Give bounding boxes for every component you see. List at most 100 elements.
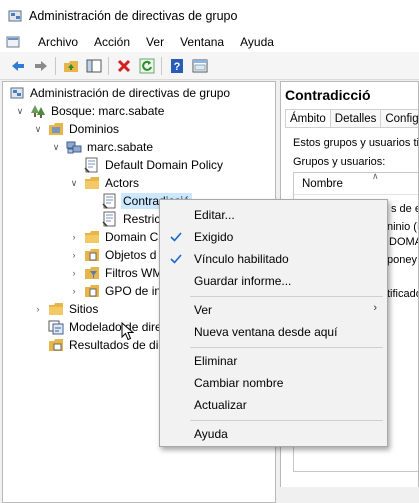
gpo-objects-folder-icon [85, 249, 99, 261]
expand-chevron-icon[interactable]: › [32, 303, 44, 315]
expand-chevron-icon[interactable]: › [68, 267, 80, 279]
collapse-chevron-icon[interactable]: ∨ [32, 123, 44, 135]
show-hide-tree-icon [86, 59, 101, 72]
list-item-fragment: s de en [391, 203, 418, 215]
starter-gpo-folder-icon [85, 285, 99, 297]
tree-domains[interactable]: ∨ Dominios [32, 120, 121, 138]
tree-root[interactable]: Administración de directivas de grupo [9, 84, 232, 102]
sort-arrow-icon: ∧ [372, 171, 379, 181]
gpmc-window: Administración de directivas de grupo Ar… [0, 0, 419, 503]
menu-item-actualizar[interactable]: Actualizar [162, 394, 385, 416]
mouse-cursor-icon [121, 322, 135, 341]
list-item-fragment: poney ( [387, 254, 418, 266]
menu-item-eliminar[interactable]: Eliminar [162, 350, 385, 372]
ou-folder-icon [85, 231, 99, 243]
domains-folder-icon [49, 123, 63, 135]
menu-ayuda[interactable]: Ayuda [232, 35, 282, 49]
tree-domain[interactable]: ∨ marc.sabate [50, 138, 155, 156]
tree-modeling[interactable]: Modelado de dire [48, 318, 164, 336]
tree-wmi-filters[interactable]: › Filtros WM [68, 264, 164, 282]
collapse-chevron-icon[interactable]: ∨ [14, 105, 26, 117]
tree-forest[interactable]: ∨ Bosque: marc.sabate [14, 102, 166, 120]
checkmark-icon [170, 254, 182, 264]
gpo-link-icon [84, 157, 98, 173]
tab-configuracion[interactable]: Configu [380, 109, 418, 128]
menu-item-guardar-informe[interactable]: Guardar informe... [162, 270, 385, 292]
tree-default-policy[interactable]: Default Domain Policy [84, 156, 225, 174]
menu-ver[interactable]: Ver [138, 35, 172, 49]
console-icon [192, 59, 207, 72]
tree-restric[interactable]: Restric [102, 210, 162, 228]
expand-chevron-icon[interactable]: › [68, 285, 80, 297]
menu-item-label: Guardar informe... [194, 274, 292, 288]
svg-text:?: ? [173, 61, 180, 73]
menu-item-label: Actualizar [194, 398, 247, 412]
details-title: Contradicció [285, 87, 371, 103]
ou-folder-icon [85, 177, 99, 189]
console-menu-icon[interactable] [6, 35, 20, 49]
forward-button[interactable] [29, 55, 52, 77]
menu-item-label: Exigido [194, 230, 234, 244]
gpo-link-icon [102, 211, 116, 227]
menu-item-editar[interactable]: Editar... [162, 204, 385, 226]
tree-actors[interactable]: ∨ Actors [68, 174, 141, 192]
menu-item-vinculo-habilitado[interactable]: Vínculo habilitado [162, 248, 385, 270]
help-icon: ? [170, 58, 183, 73]
list-item-fragment: tificado [387, 288, 419, 300]
tree-domain-controllers[interactable]: › Domain C [68, 228, 160, 246]
menu-separator [190, 347, 383, 348]
tree-objects-label: Objetos d [105, 248, 157, 262]
menu-ventana[interactable]: Ventana [172, 35, 232, 49]
refresh-icon [139, 58, 154, 73]
menu-bar: Archivo Acción Ver Ventana Ayuda [0, 31, 419, 52]
tree-results-label: Resultados de dire [69, 338, 170, 352]
tree-actors-label: Actors [105, 176, 140, 190]
column-nombre[interactable]: Nombre [302, 178, 343, 190]
toolbar-separator [108, 56, 109, 75]
menu-item-cambiar-nombre[interactable]: Cambiar nombre [162, 372, 385, 394]
checkmark-icon [170, 232, 182, 242]
menu-accion[interactable]: Acción [86, 35, 138, 49]
menu-item-ver[interactable]: Ver › [162, 299, 385, 321]
tree-sites-label: Sitios [69, 302, 99, 316]
menu-item-label: Eliminar [194, 354, 238, 368]
tree-objects[interactable]: › Objetos d [68, 246, 158, 264]
results-folder-icon [49, 339, 63, 351]
forward-icon [34, 60, 47, 71]
tree-wmi-filters-label: Filtros WM [105, 266, 163, 280]
back-icon [11, 60, 24, 71]
up-folder-icon [63, 60, 78, 72]
tab-ambito[interactable]: Ámbito [285, 109, 331, 128]
tree-sites[interactable]: › Sitios [32, 300, 100, 318]
refresh-button[interactable] [135, 55, 158, 77]
tree-modeling-label: Modelado de dire [69, 320, 162, 334]
tree-root-label: Administración de directivas de grupo [30, 86, 231, 100]
menu-item-nueva-ventana[interactable]: Nueva ventana desde aquí [162, 321, 385, 343]
delete-button[interactable] [112, 55, 135, 77]
tree-gpo-starter[interactable]: › GPO de in [68, 282, 163, 300]
expand-chevron-icon[interactable]: › [68, 231, 80, 243]
console-button[interactable] [188, 55, 211, 77]
tree-gpo-starter-label: GPO de in [105, 284, 162, 298]
collapse-chevron-icon[interactable]: ∨ [50, 141, 62, 153]
help-button[interactable]: ? [165, 55, 188, 77]
tab-detalles[interactable]: Detalles [329, 109, 382, 128]
up-folder-button[interactable] [59, 55, 82, 77]
modeling-icon [48, 320, 64, 335]
toolbar-separator [161, 56, 162, 75]
sites-folder-icon [49, 303, 63, 315]
context-menu: Editar... Exigido Vínculo habilitado Gua… [159, 199, 388, 447]
back-button[interactable] [6, 55, 29, 77]
menu-archivo[interactable]: Archivo [30, 35, 86, 49]
menu-item-exigido[interactable]: Exigido [162, 226, 385, 248]
toolbar: ? [0, 52, 419, 80]
window-title: Administración de directivas de grupo [29, 8, 238, 23]
show-hide-tree-button[interactable] [82, 55, 105, 77]
collapse-chevron-icon[interactable]: ∨ [68, 177, 80, 189]
menu-item-ayuda[interactable]: Ayuda [162, 423, 385, 445]
horizontal-scrollbar[interactable] [280, 487, 419, 503]
gpo-link-icon [102, 193, 116, 209]
tree-results[interactable]: Resultados de dire [48, 336, 171, 354]
tree-default-policy-label: Default Domain Policy [105, 158, 224, 172]
expand-chevron-icon[interactable]: › [68, 249, 80, 261]
